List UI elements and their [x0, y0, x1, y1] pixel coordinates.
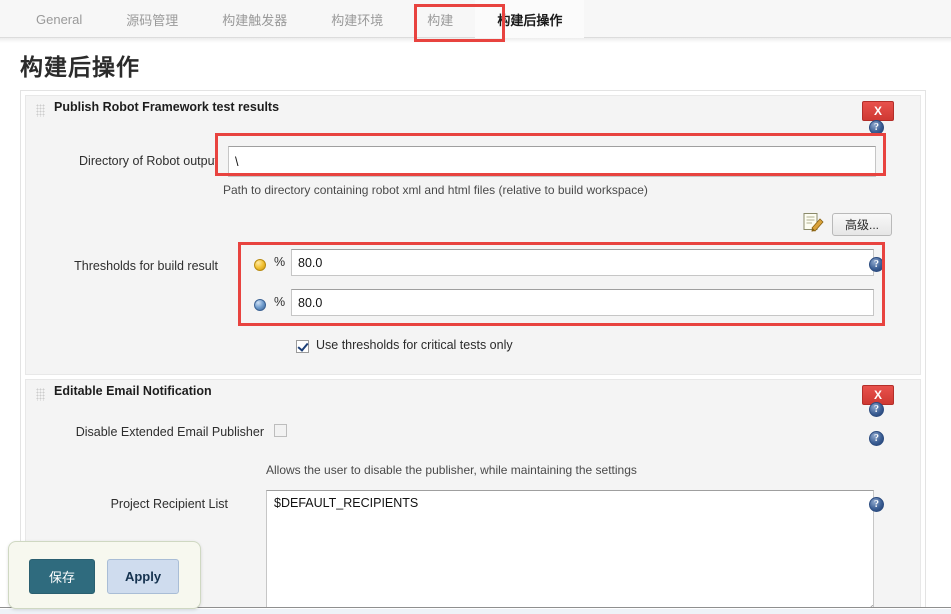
- tab-label: 构建环境: [331, 12, 384, 28]
- jenkins-job-config-page: General 源码管理 构建触发器 构建环境 构建 构建后操作 构建后操作 P…: [0, 0, 951, 614]
- disable-publisher-help-text: Allows the user to disable the publisher…: [266, 463, 637, 477]
- tab-source-code-management[interactable]: 源码管理: [104, 0, 200, 38]
- help-icon[interactable]: ?: [869, 431, 884, 446]
- failed-ball-icon: [254, 299, 266, 311]
- failed-percent-sign: %: [274, 295, 286, 309]
- help-icon[interactable]: ?: [869, 402, 884, 417]
- advanced-button[interactable]: 高级...: [832, 213, 893, 236]
- block-title: Publish Robot Framework test results: [54, 100, 280, 114]
- unstable-threshold-input[interactable]: [291, 249, 874, 276]
- page-title: 构建后操作: [20, 54, 140, 80]
- remove-publisher-button[interactable]: X: [862, 101, 894, 121]
- tab-post-build-actions[interactable]: 构建后操作: [475, 0, 585, 38]
- critical-tests-only-label: Use thresholds for critical tests only: [316, 338, 513, 352]
- tab-label: General: [36, 11, 83, 27]
- tabbar-shadow: [0, 38, 951, 43]
- project-recipient-list-textarea[interactable]: $DEFAULT_RECIPIENTS: [266, 490, 874, 614]
- tab-label: 构建触发器: [222, 12, 288, 28]
- help-icon[interactable]: ?: [869, 497, 884, 512]
- tab-label: 源码管理: [126, 12, 179, 28]
- tab-general[interactable]: General: [14, 0, 104, 38]
- thresholds-for-build-result-label: Thresholds for build result: [74, 259, 218, 273]
- critical-tests-only-checkbox[interactable]: [296, 340, 309, 353]
- unstable-percent-sign: %: [274, 255, 286, 269]
- failed-threshold-input[interactable]: [291, 289, 874, 316]
- directory-help-text: Path to directory containing robot xml a…: [223, 183, 648, 197]
- drag-handle-icon[interactable]: [36, 388, 45, 401]
- save-apply-bar: 保存 Apply: [8, 541, 201, 609]
- publisher-block-robot-framework: Publish Robot Framework test results X ?…: [25, 95, 921, 375]
- help-icon[interactable]: ?: [869, 257, 884, 272]
- directory-of-robot-output-label: Directory of Robot output: [79, 154, 218, 168]
- tab-build[interactable]: 构建: [405, 0, 475, 38]
- apply-button[interactable]: Apply: [107, 559, 179, 594]
- tab-label: 构建: [427, 12, 454, 28]
- taskbar-sliver: [0, 609, 951, 614]
- project-recipient-list-label: Project Recipient List: [110, 497, 228, 511]
- save-button[interactable]: 保存: [29, 559, 95, 594]
- tab-build-triggers[interactable]: 构建触发器: [200, 0, 309, 38]
- disable-extended-email-publisher-checkbox[interactable]: [274, 424, 287, 437]
- unstable-ball-icon: [254, 259, 266, 271]
- tab-label: 构建后操作: [497, 12, 563, 28]
- config-tab-bar: General 源码管理 构建触发器 构建环境 构建 构建后操作: [0, 0, 951, 38]
- directory-of-robot-output-input[interactable]: [228, 146, 876, 177]
- disable-extended-email-publisher-label: Disable Extended Email Publisher: [75, 425, 264, 439]
- post-build-actions-form: Publish Robot Framework test results X ?…: [20, 90, 926, 614]
- drag-handle-icon[interactable]: [36, 104, 45, 117]
- edit-note-icon[interactable]: [802, 212, 824, 232]
- help-icon[interactable]: ?: [869, 120, 884, 135]
- block-title: Editable Email Notification: [54, 384, 212, 398]
- tab-build-environment[interactable]: 构建环境: [309, 0, 405, 38]
